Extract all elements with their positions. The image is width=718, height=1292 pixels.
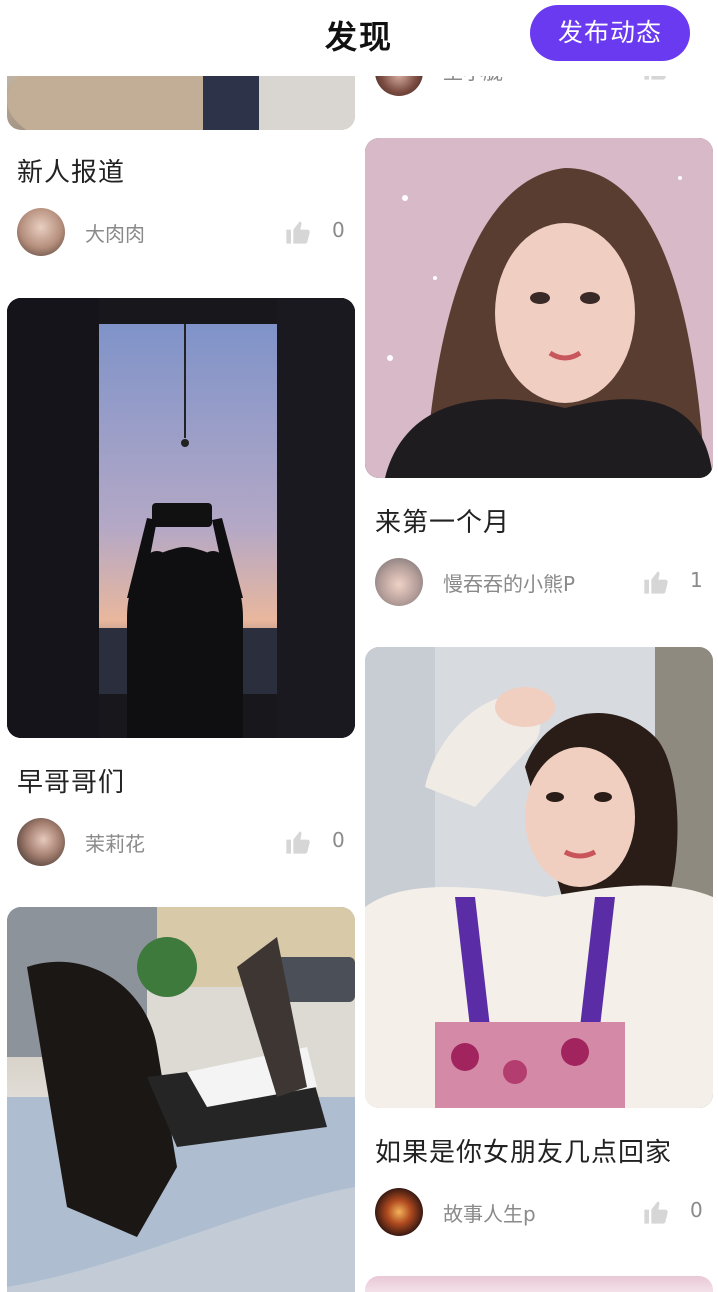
post-meta: 茉莉花 0: [7, 818, 355, 868]
author-name[interactable]: 茉莉花: [85, 828, 145, 857]
post-meta: 慢吞吞的小熊P 1: [365, 558, 713, 608]
like-count: 0: [690, 1198, 703, 1222]
post-photo[interactable]: [365, 138, 713, 478]
like-count: 0: [332, 828, 345, 852]
author-name[interactable]: 大肉肉: [85, 218, 145, 247]
avatar[interactable]: [17, 208, 65, 256]
avatar[interactable]: [17, 818, 65, 866]
post-meta: 大肉肉 0: [7, 208, 355, 258]
avatar[interactable]: [375, 558, 423, 606]
post-caption[interactable]: 新人报道: [17, 152, 125, 189]
like-count: 1: [690, 568, 703, 592]
top-bar: 发现 发布动态: [0, 0, 718, 76]
thumbs-up-icon[interactable]: [642, 1198, 670, 1226]
author-name[interactable]: 故事人生p: [443, 1198, 536, 1227]
post-photo[interactable]: [365, 647, 713, 1108]
thumbs-up-icon[interactable]: [642, 568, 670, 596]
avatar[interactable]: [375, 1188, 423, 1236]
publish-post-button[interactable]: 发布动态: [530, 5, 690, 61]
post-caption[interactable]: 来第一个月: [375, 502, 510, 539]
thumbs-up-icon[interactable]: [284, 218, 312, 246]
post-photo[interactable]: [7, 298, 355, 738]
post-caption[interactable]: 如果是你女朋友几点回家: [375, 1132, 672, 1169]
post-caption[interactable]: 早哥哥们: [17, 762, 125, 799]
post-photo[interactable]: [365, 1276, 713, 1292]
post-photo[interactable]: [7, 907, 355, 1292]
author-name[interactable]: 慢吞吞的小熊P: [443, 568, 575, 597]
thumbs-up-icon[interactable]: [284, 828, 312, 856]
like-count: 0: [332, 218, 345, 242]
post-meta: 故事人生p 0: [365, 1188, 713, 1238]
